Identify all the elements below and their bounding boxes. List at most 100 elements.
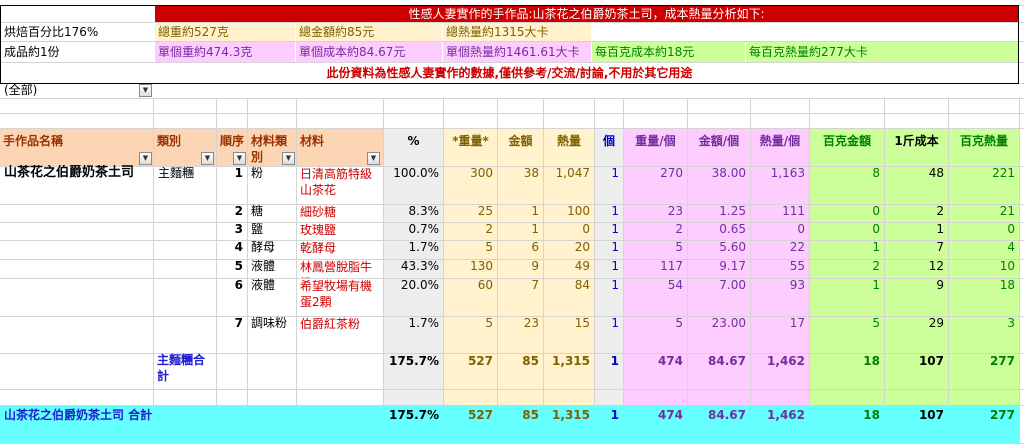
row-pct: 100.0% [393,166,439,180]
filter-dropdown-icon[interactable]: ▼ [139,84,152,97]
header-weight_per: 重量/個 [635,134,676,148]
filter-name-icon[interactable]: ▼ [139,152,152,165]
total-amount_per: 84.67 [708,354,746,368]
row-weight: 5 [485,316,493,330]
total-count: 1 [610,408,619,422]
row-weight: 300 [470,166,493,180]
header-cal_per: 熱量/個 [759,134,801,148]
row-amount_per: 0.65 [719,222,746,236]
row-p100_amt: 2 [872,259,880,273]
grid-col [1019,98,1020,443]
filter-mat_cat-icon[interactable]: ▼ [282,152,295,165]
row-material-category: 粉 [251,166,264,180]
row-count: 1 [611,259,619,273]
row-cal_per: 93 [789,278,805,292]
row-material: 日清高筋特級山茶花 [300,167,373,197]
header-cal: 熱量 [556,134,581,148]
row-material-category: 液體 [251,278,276,292]
product-name: 山茶花之伯爵奶茶土司 [4,165,135,180]
row-order: 1 [234,166,243,180]
header-jin: 1斤成本 [894,134,939,148]
row-material: 乾酵母 [300,241,337,255]
row-p100_cal: 18 [999,278,1015,292]
total-pct: 175.7% [389,354,439,368]
header-p100_amt: 百克金額 [822,134,871,148]
total-weight_per: 474 [657,408,683,422]
filter-order-icon[interactable]: ▼ [233,152,246,165]
row-weight: 60 [477,278,493,292]
row-material-category: 糖 [251,204,264,218]
row-pct: 43.3% [400,259,439,273]
total-pct: 175.7% [389,408,439,422]
total-amount: 85 [522,408,539,422]
row-weight_per: 54 [667,278,683,292]
row-p100_amt: 8 [872,166,880,180]
per100-calories: 每百克熱量約277大卡 [746,42,1018,62]
total-calories: 總熱量約1315大卡 [443,23,591,41]
total-cal: 1,315 [552,408,590,422]
row-weight_per: 23 [667,204,683,218]
row-material: 希望牧場有機蛋2顆 [300,279,373,309]
total-weight_per: 474 [657,354,683,368]
filter-material-icon[interactable]: ▼ [367,152,380,165]
total-count: 1 [610,354,619,368]
row-jin: 9 [936,278,944,292]
row-p100_amt: 1 [872,240,880,254]
row-material: 林鳳營脫脂牛奶 [300,260,373,278]
row-pct: 1.7% [408,240,440,254]
row-pct: 0.7% [408,222,440,236]
row-amount: 7 [531,278,539,292]
row-jin: 48 [928,166,944,180]
row-amount_per: 9.17 [719,259,746,273]
summary-title: 性感人妻實作的手作品:山茶花之伯爵奶茶土司，成本熱量分析如下: [155,6,1018,22]
row-order: 3 [234,222,243,236]
row-weight_per: 5 [675,316,683,330]
row-weight: 2 [485,222,493,236]
row-amount_per: 23.00 [711,316,746,330]
row-cal: 1,047 [555,166,590,180]
row-weight_per: 270 [660,166,683,180]
row-weight: 25 [477,204,493,218]
row-amount_per: 38.00 [711,166,746,180]
total-p100_cal: 277 [989,354,1015,368]
row-p100_cal: 10 [999,259,1015,273]
row-amount: 1 [531,222,539,236]
filter-category-icon[interactable]: ▼ [201,152,214,165]
total-p100_amt: 18 [863,408,880,422]
subtotal-label: 主麵糰合計 [157,353,206,383]
row-cal: 84 [574,278,590,292]
row-pct: 8.3% [408,204,440,218]
row-material: 細砂糖 [300,205,337,219]
row-amount: 6 [531,240,539,254]
header-p100_cal: 百克熱量 [959,134,1008,148]
row-amount_per: 7.00 [719,278,746,292]
filter-value[interactable]: (全部) [1,83,151,98]
row-material: 伯爵紅茶粉 [300,317,361,331]
yield-label: 成品約1份 [4,45,60,59]
row-p100_cal: 21 [999,204,1015,218]
row-count: 1 [611,240,619,254]
total-jin: 107 [918,354,944,368]
row-p100_cal: 4 [1007,240,1015,254]
row-order: 7 [234,316,243,330]
header-name: 手作品名稱 [3,134,64,148]
unit-calories: 單個熱量約1461.61大卡 [443,42,591,62]
row-order: 6 [234,278,243,292]
row-p100_cal: 221 [992,166,1015,180]
row-p100_cal: 0 [1007,222,1015,236]
baking-percent-label: 烘焙百分比176% [4,25,99,39]
row-cal: 0 [582,222,590,236]
total-cal_per: 1,462 [767,408,805,422]
row-cal: 15 [574,316,590,330]
row-material-category: 調味粉 [251,316,288,330]
header-amount_per: 金額/個 [698,134,740,148]
row-material-category: 鹽 [251,222,264,236]
row-amount: 1 [531,204,539,218]
row-count: 1 [611,278,619,292]
header-count: 個 [602,134,615,148]
row-amount: 9 [531,259,539,273]
row-weight_per: 2 [675,222,683,236]
row-cal_per: 55 [789,259,805,273]
row-amount_per: 1.25 [719,204,746,218]
row-cal_per: 0 [797,222,805,236]
